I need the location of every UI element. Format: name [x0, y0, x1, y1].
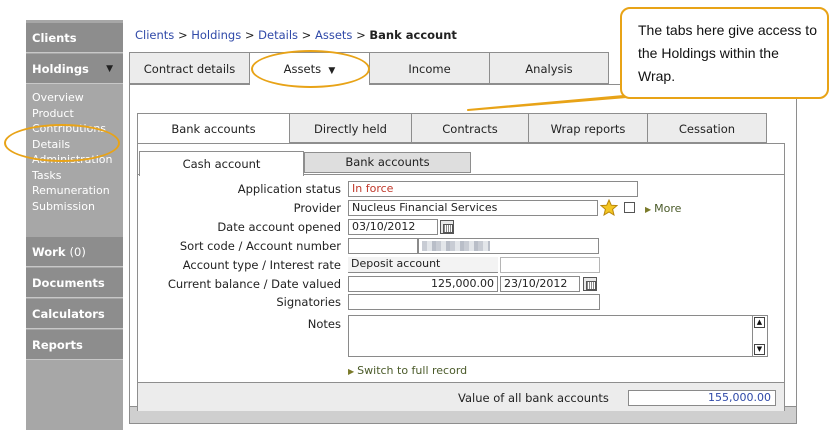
- callout-box: The tabs here give access to the Holding…: [620, 7, 829, 99]
- assets-tab-highlight: [251, 50, 370, 88]
- details-item-highlight: [4, 124, 120, 162]
